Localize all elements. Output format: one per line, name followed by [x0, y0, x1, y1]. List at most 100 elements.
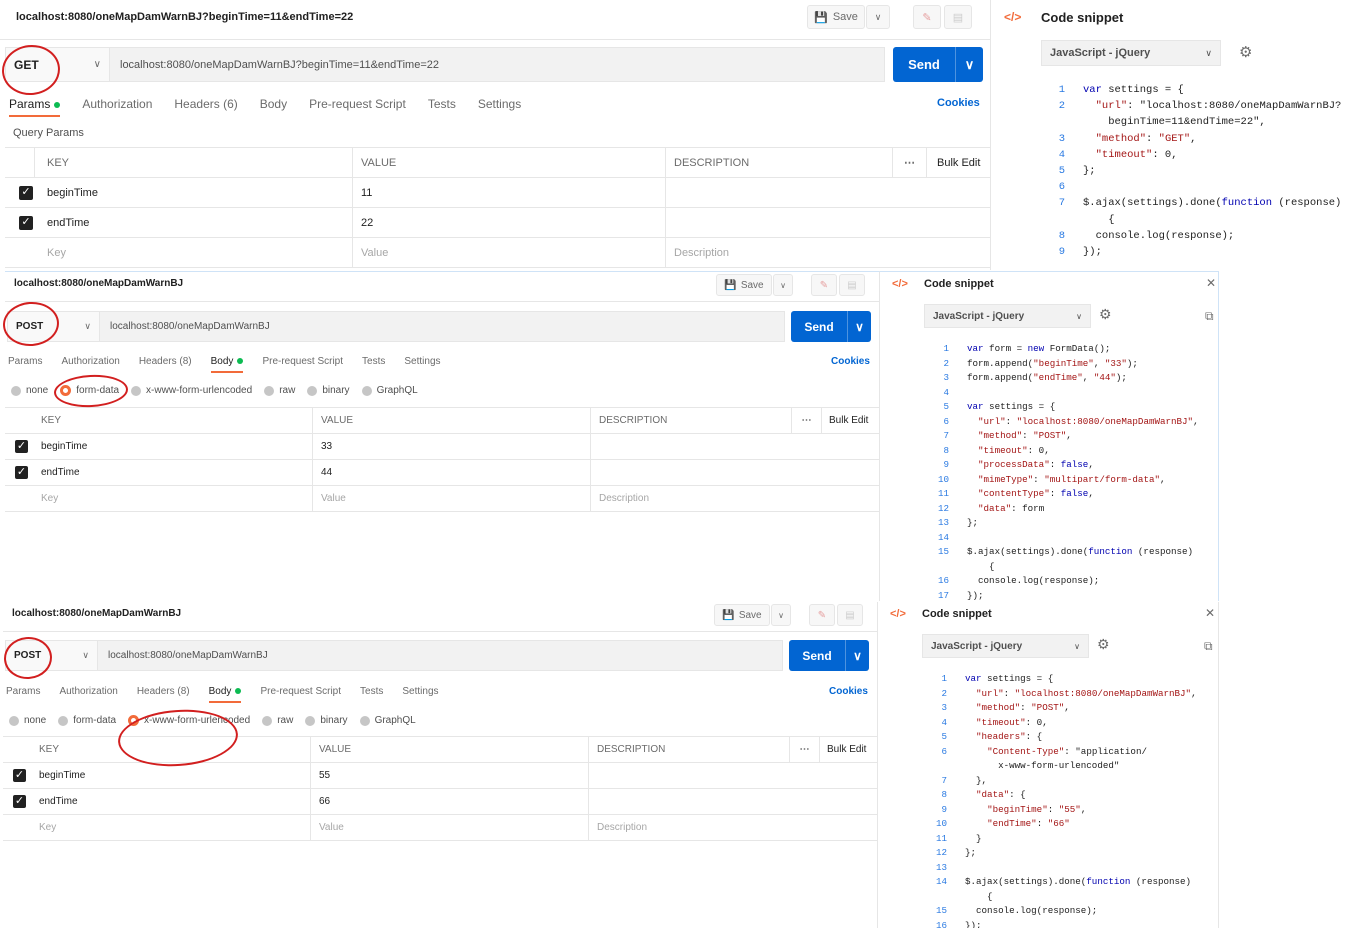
save-button[interactable]: 💾 Save [807, 5, 865, 29]
checkbox-checked-icon[interactable]: ✓ [15, 466, 28, 479]
chevron-down-icon[interactable]: ∨ [845, 640, 869, 671]
language-select[interactable]: JavaScript - jQuery ∨ [924, 304, 1091, 328]
tab-authorization[interactable]: Authorization [59, 686, 117, 697]
param-description[interactable] [591, 434, 878, 459]
save-dropdown-button[interactable]: ∨ [866, 5, 890, 29]
checkbox-checked-icon[interactable]: ✓ [19, 215, 33, 230]
radio-form-data[interactable]: form-data [58, 715, 116, 726]
checkbox-checked-icon[interactable]: ✓ [13, 769, 26, 782]
radio-raw[interactable]: raw [264, 385, 295, 396]
param-value[interactable]: 22 [353, 208, 666, 237]
url-input[interactable]: localhost:8080/oneMapDamWarnBJ [99, 311, 785, 342]
radio-none[interactable]: none [11, 385, 48, 396]
tab-tests[interactable]: Tests [362, 356, 385, 367]
language-select[interactable]: JavaScript - jQuery ∨ [1041, 40, 1221, 66]
url-input[interactable]: localhost:8080/oneMapDamWarnBJ [97, 640, 783, 671]
close-icon[interactable]: ✕ [1206, 276, 1216, 290]
edit-icon[interactable]: ✎ [811, 274, 837, 296]
cookies-link[interactable]: Cookies [831, 356, 870, 367]
tab-params[interactable]: Params [6, 686, 40, 697]
tab-body[interactable]: Body [208, 686, 242, 703]
tab-prerequest-script[interactable]: Pre-request Script [260, 686, 341, 697]
save-dropdown-button[interactable]: ∨ [771, 604, 791, 626]
tab-body[interactable]: Body [210, 356, 244, 373]
value-placeholder[interactable]: Value [311, 815, 589, 840]
radio-none[interactable]: none [9, 715, 46, 726]
tab-prerequest-script[interactable]: Pre-request Script [262, 356, 343, 367]
edit-icon[interactable]: ✎ [809, 604, 835, 626]
param-description[interactable] [589, 763, 876, 788]
radio-binary[interactable]: binary [305, 715, 348, 726]
tab-tests[interactable]: Tests [428, 97, 456, 111]
tab-settings[interactable]: Settings [478, 97, 521, 111]
radio-x-www-form-urlencoded[interactable]: x-www-form-urlencoded [131, 385, 252, 396]
more-options-icon[interactable]: ⋯ [893, 148, 927, 177]
comment-icon[interactable]: ▤ [837, 604, 863, 626]
param-description[interactable] [589, 789, 876, 814]
more-options-icon[interactable]: ⋯ [790, 737, 820, 762]
param-description[interactable] [666, 208, 990, 237]
cookies-link[interactable]: Cookies [829, 686, 868, 697]
checkbox-checked-icon[interactable]: ✓ [13, 795, 26, 808]
param-description[interactable] [666, 178, 990, 207]
tab-settings[interactable]: Settings [402, 686, 438, 697]
tab-authorization[interactable]: Authorization [61, 356, 119, 367]
param-value[interactable]: 11 [353, 178, 666, 207]
checkbox-checked-icon[interactable]: ✓ [19, 185, 33, 200]
tab-settings[interactable]: Settings [404, 356, 440, 367]
value-placeholder[interactable]: Value [353, 238, 666, 267]
save-button[interactable]: 💾 Save [714, 604, 770, 626]
send-button[interactable]: Send ∨ [893, 47, 983, 82]
value-placeholder[interactable]: Value [313, 486, 591, 511]
description-placeholder[interactable]: Description [666, 238, 990, 267]
param-value[interactable]: 55 [311, 763, 589, 788]
comment-icon[interactable]: ▤ [839, 274, 865, 296]
copy-icon[interactable]: ⧉ [1204, 639, 1213, 654]
chevron-down-icon[interactable]: ∨ [847, 311, 871, 342]
cookies-link[interactable]: Cookies [937, 97, 980, 109]
param-key[interactable]: endTime [35, 208, 353, 237]
param-value[interactable]: 44 [313, 460, 591, 485]
checkbox-checked-icon[interactable]: ✓ [15, 440, 28, 453]
bulk-edit-button[interactable]: Bulk Edit [927, 148, 990, 177]
tab-params[interactable]: Params [8, 356, 42, 367]
radio-raw[interactable]: raw [262, 715, 293, 726]
copy-icon[interactable]: ⧉ [1205, 309, 1214, 324]
send-button[interactable]: Send ∨ [789, 640, 869, 671]
save-button[interactable]: 💾 Save [716, 274, 772, 296]
bulk-edit-button[interactable]: Bulk Edit [820, 737, 876, 762]
key-placeholder[interactable]: Key [33, 486, 313, 511]
save-dropdown-button[interactable]: ∨ [773, 274, 793, 296]
edit-icon[interactable]: ✎ [913, 5, 941, 29]
radio-binary[interactable]: binary [307, 385, 350, 396]
param-key[interactable]: beginTime [31, 763, 311, 788]
tab-headers[interactable]: Headers (8) [139, 356, 192, 367]
close-icon[interactable]: ✕ [1205, 606, 1215, 620]
tab-authorization[interactable]: Authorization [82, 97, 152, 111]
tab-headers[interactable]: Headers (6) [174, 97, 237, 111]
tab-prerequest-script[interactable]: Pre-request Script [309, 97, 406, 111]
settings-gear-icon[interactable]: ⚙ [1097, 636, 1110, 653]
settings-gear-icon[interactable]: ⚙ [1099, 306, 1112, 323]
description-placeholder[interactable]: Description [589, 815, 876, 840]
url-input[interactable]: localhost:8080/oneMapDamWarnBJ?beginTime… [109, 47, 885, 82]
chevron-down-icon[interactable]: ∨ [955, 47, 983, 82]
tab-headers[interactable]: Headers (8) [137, 686, 190, 697]
comment-icon[interactable]: ▤ [944, 5, 972, 29]
param-key[interactable]: beginTime [33, 434, 313, 459]
param-value[interactable]: 66 [311, 789, 589, 814]
tab-params[interactable]: Params [9, 97, 61, 117]
key-placeholder[interactable]: Key [31, 815, 311, 840]
key-placeholder[interactable]: Key [35, 238, 353, 267]
more-options-icon[interactable]: ⋯ [792, 408, 822, 433]
description-placeholder[interactable]: Description [591, 486, 878, 511]
send-button[interactable]: Send ∨ [791, 311, 871, 342]
param-key[interactable]: endTime [31, 789, 311, 814]
settings-gear-icon[interactable]: ⚙ [1239, 43, 1252, 61]
language-select[interactable]: JavaScript - jQuery ∨ [922, 634, 1089, 658]
param-value[interactable]: 33 [313, 434, 591, 459]
param-key[interactable]: beginTime [35, 178, 353, 207]
radio-graphql[interactable]: GraphQL [359, 715, 416, 726]
param-key[interactable]: endTime [33, 460, 313, 485]
param-description[interactable] [591, 460, 878, 485]
